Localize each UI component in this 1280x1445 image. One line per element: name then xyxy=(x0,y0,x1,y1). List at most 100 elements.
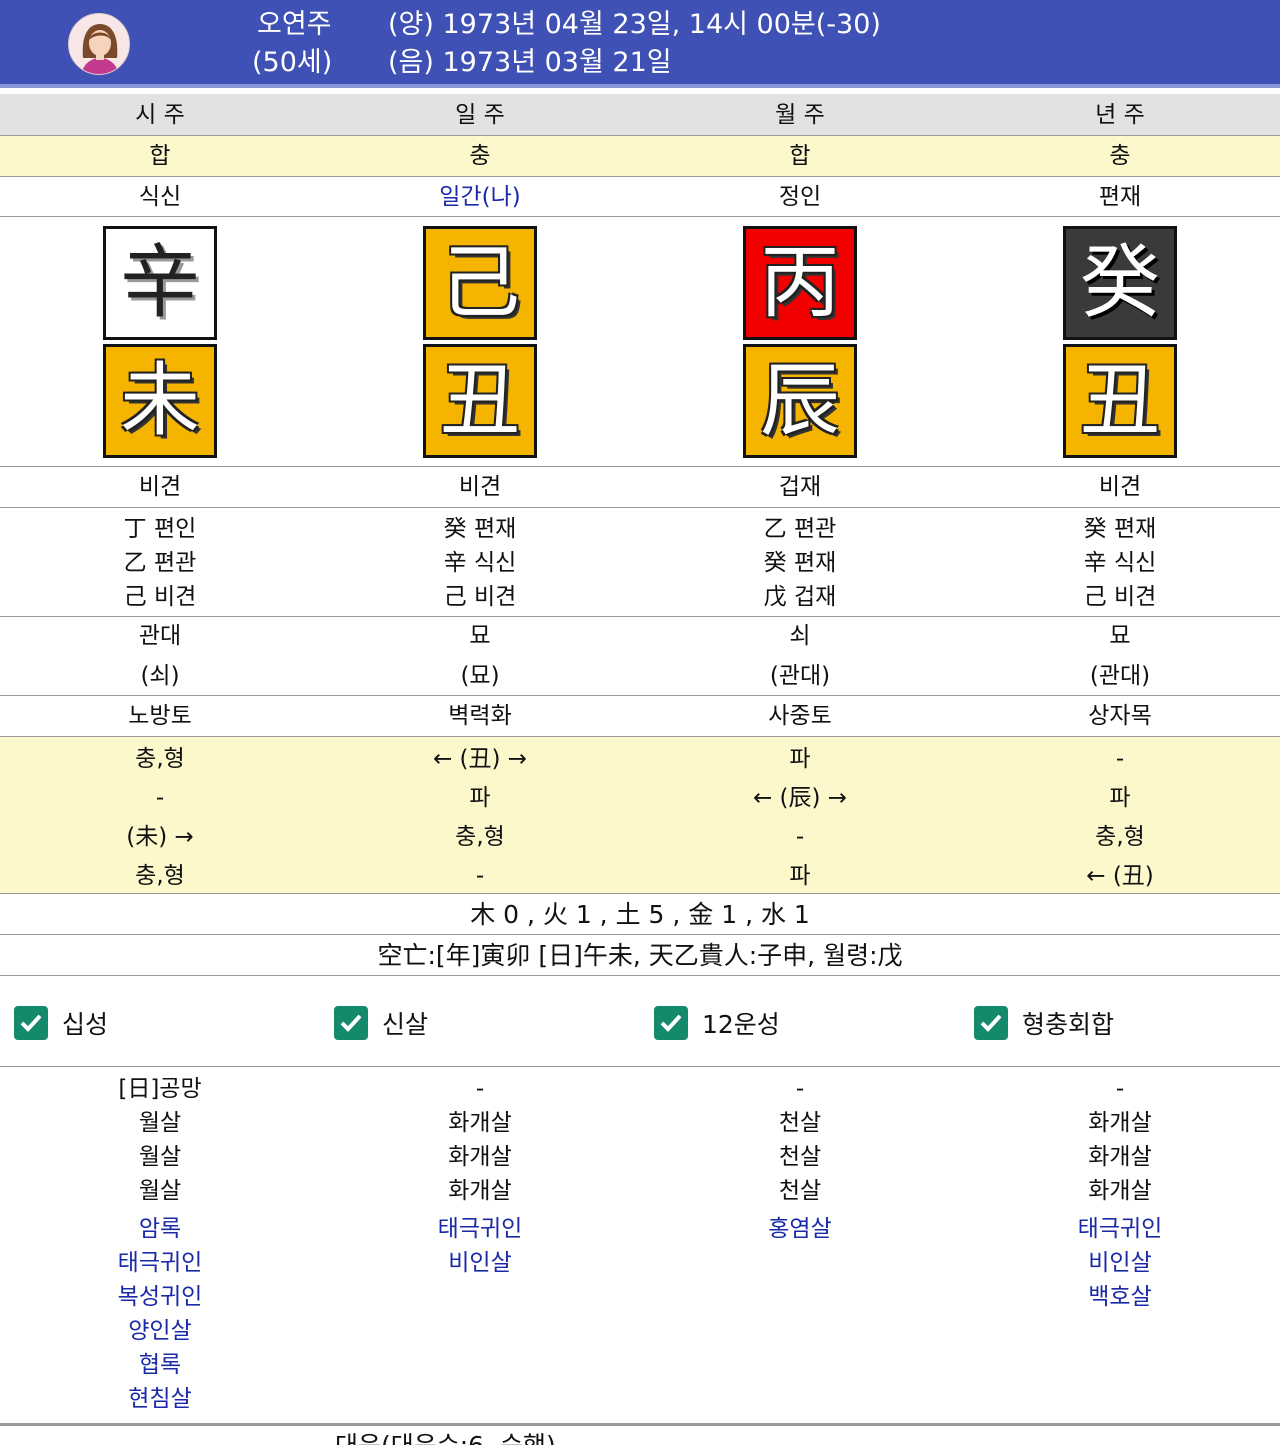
interaction: 파 xyxy=(1109,785,1131,811)
checkbox-sinsal[interactable]: 신살 xyxy=(334,1005,428,1041)
interaction: (未) → xyxy=(126,824,194,850)
hidden-stem: 戊 겁재 xyxy=(763,584,837,610)
sinsal-item: 화개살 xyxy=(448,1110,512,1136)
interactions-row: 충,형 - (未) → 충,형 ← (丑) → 파 충,형 - 파 ← (辰) … xyxy=(0,737,1280,894)
hidden-stem: 辛 식신 xyxy=(1083,550,1157,576)
month-relation: 합 xyxy=(789,143,811,169)
sinsal-lucky-item: 현침살 xyxy=(128,1386,192,1412)
month-branch-tile[interactable]: 辰 xyxy=(743,344,857,458)
day-interactions: ← (丑) → 파 충,형 - xyxy=(320,740,640,896)
hidden-stems-row: 丁 편인 乙 편관 己 비견 癸 편재 辛 식신 己 비견 乙 편관 癸 편재 … xyxy=(0,508,1280,617)
month-branch-ten-god: 겁재 xyxy=(778,474,822,500)
month-sinsal: - 천살 천살 천살 홍염살 xyxy=(640,1072,960,1246)
year-sinsal: - 화개살 화개살 화개살 태극귀인 비인살 백호살 xyxy=(960,1072,1280,1314)
day-relation: 충 xyxy=(469,143,491,169)
checkbox-twelve-stages[interactable]: 12운성 xyxy=(654,1005,780,1041)
twelve-stages-row: 관대 (쇠) 묘 (묘) 쇠 (관대) 묘 (관대) xyxy=(0,617,1280,696)
twelve-stage: 관대 xyxy=(138,623,182,649)
lunar-birthdate: (음) 1973년 03월 21일 xyxy=(388,47,672,78)
twelve-stage-sub: (관대) xyxy=(1089,663,1151,689)
year-stem-tile[interactable]: 癸 xyxy=(1063,226,1177,340)
sinsal-lucky-item: 복성귀인 xyxy=(117,1284,203,1310)
interaction: 충,형 xyxy=(135,863,185,889)
pillar-title-row: 시 주 일 주 월 주 년 주 xyxy=(0,94,1280,136)
twelve-stage: 묘 xyxy=(1109,623,1131,649)
checkbox-label: 12운성 xyxy=(702,1010,780,1039)
twelve-stage-sub: (관대) xyxy=(769,663,831,689)
hidden-stem: 己 비견 xyxy=(123,584,197,610)
sinsal-item: 천살 xyxy=(778,1144,822,1170)
month-twelve-stage: 쇠 (관대) xyxy=(640,619,960,693)
interaction: - xyxy=(795,824,805,850)
checkbox-checked-icon[interactable] xyxy=(654,1006,688,1040)
person-name: 오연주 xyxy=(257,9,332,40)
pillar-tiles-row: 辛 己 丙 癸 未 丑 辰 丑 xyxy=(0,217,1280,467)
sinsal-lucky-item: 태극귀인 xyxy=(1077,1216,1163,1242)
twelve-stage-sub: (묘) xyxy=(460,663,500,689)
sinsal-lucky-item: 홍염살 xyxy=(768,1216,832,1242)
twelve-stage: 묘 xyxy=(469,623,491,649)
sinsal-lucky-item: 암록 xyxy=(138,1216,182,1242)
checkbox-interactions[interactable]: 형충회합 xyxy=(974,1005,1114,1041)
day-stem-tile[interactable]: 己 xyxy=(423,226,537,340)
interaction: 파 xyxy=(789,863,811,889)
void-summary: 空亡:[年]寅卯 [日]午未, 天乙貴人:子申, 월령:戊 xyxy=(377,941,903,970)
sinsal-lucky-item: 태극귀인 xyxy=(117,1250,203,1276)
interaction: ← (辰) → xyxy=(752,785,848,811)
sinsal-item: - xyxy=(475,1076,485,1102)
hour-relation: 합 xyxy=(149,143,171,169)
void-summary-row: 空亡:[年]寅卯 [日]午未, 天乙貴人:子申, 월령:戊 xyxy=(0,935,1280,976)
sinsal-lucky-item: 비인살 xyxy=(1088,1250,1152,1276)
hidden-stem: 辛 식신 xyxy=(443,550,517,576)
sinsal-item: 천살 xyxy=(778,1178,822,1204)
solar-birthdate: (양) 1973년 04월 23일, 14시 00분(-30) xyxy=(388,9,881,40)
hidden-stem: 己 비견 xyxy=(1083,584,1157,610)
day-napeum: 벽력화 xyxy=(448,703,512,729)
avatar[interactable] xyxy=(68,13,130,75)
checkbox-label: 신살 xyxy=(382,1010,429,1039)
year-branch-tile[interactable]: 丑 xyxy=(1063,344,1177,458)
day-pillar-title: 일 주 xyxy=(455,102,505,128)
checkbox-checked-icon[interactable] xyxy=(14,1006,48,1040)
month-pillar-title: 월 주 xyxy=(775,102,825,128)
profile-header: 오연주 (50세) (양) 1973년 04월 23일, 14시 00분(-30… xyxy=(0,0,1280,88)
sinsal-lucky-item: 백호살 xyxy=(1088,1284,1152,1310)
checkbox-checked-icon[interactable] xyxy=(334,1006,368,1040)
sinsal-lucky-item: 태극귀인 xyxy=(437,1216,523,1242)
hidden-stem: 丁 편인 xyxy=(123,516,197,542)
interaction: - xyxy=(475,863,485,889)
daeun-heading: 대운(대운수:6, 순행) xyxy=(335,1431,556,1445)
hour-stem-tile[interactable]: 辛 xyxy=(103,226,217,340)
checkbox-checked-icon[interactable] xyxy=(974,1006,1008,1040)
relation-row: 합 충 합 충 xyxy=(0,136,1280,177)
checkbox-label: 십성 xyxy=(62,1010,109,1039)
interaction: 파 xyxy=(789,746,811,772)
twelve-stage-sub: (쇠) xyxy=(140,663,180,689)
hour-branch-ten-god: 비견 xyxy=(138,474,182,500)
sinsal-item: [日]공망 xyxy=(118,1076,202,1102)
hidden-stem: 癸 편재 xyxy=(1083,516,1157,542)
hidden-stem: 己 비견 xyxy=(443,584,517,610)
hour-branch-tile[interactable]: 未 xyxy=(103,344,217,458)
day-branch-tile[interactable]: 丑 xyxy=(423,344,537,458)
day-branch-ten-god: 비견 xyxy=(458,474,502,500)
month-napeum: 사중토 xyxy=(768,703,832,729)
hour-sinsal: [日]공망 월살 월살 월살 암록 태극귀인 복성귀인 양인살 협록 현침살 xyxy=(0,1072,320,1416)
hour-hidden-stems: 丁 편인 乙 편관 己 비견 xyxy=(0,512,320,614)
interaction: - xyxy=(1115,746,1125,772)
day-hidden-stems: 癸 편재 辛 식신 己 비견 xyxy=(320,512,640,614)
sinsal-item: 화개살 xyxy=(1088,1110,1152,1136)
hour-twelve-stage: 관대 (쇠) xyxy=(0,619,320,693)
sinsal-item: 월살 xyxy=(138,1110,182,1136)
sinsal-item: 화개살 xyxy=(448,1144,512,1170)
checkbox-label: 형충회합 xyxy=(1022,1010,1115,1039)
interaction: 파 xyxy=(469,785,491,811)
sinsal-lucky-item: 양인살 xyxy=(128,1318,192,1344)
branch-ten-god-row: 비견 비견 겁재 비견 xyxy=(0,467,1280,508)
year-pillar-title: 년 주 xyxy=(1095,102,1145,128)
interaction: 충,형 xyxy=(455,824,505,850)
month-stem-tile[interactable]: 丙 xyxy=(743,226,857,340)
month-hidden-stems: 乙 편관 癸 편재 戊 겁재 xyxy=(640,512,960,614)
interaction: ← (丑) xyxy=(1086,863,1154,889)
checkbox-ten-gods[interactable]: 십성 xyxy=(14,1005,108,1041)
